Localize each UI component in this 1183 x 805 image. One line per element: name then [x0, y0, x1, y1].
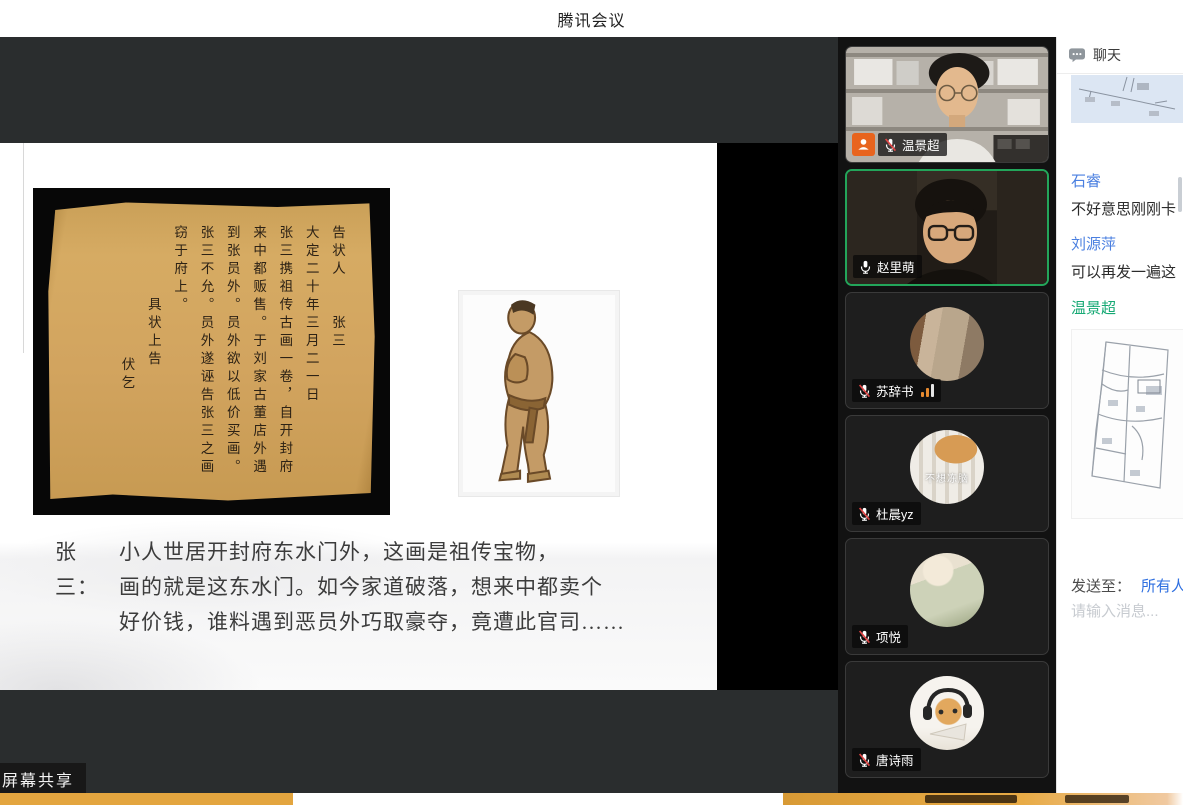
chat-bubble-icon	[1068, 47, 1086, 63]
figure-illustration	[458, 290, 620, 497]
participant-namebar: 温景超	[852, 133, 947, 156]
mic-muted-icon	[857, 383, 872, 399]
mic-muted-icon	[883, 137, 898, 153]
screen-share-label: 屏幕共享	[0, 763, 86, 793]
doc-column: 来中都贩售。于刘家古董店外遇	[245, 225, 271, 488]
chat-message: 可以再发一遍这	[1071, 261, 1183, 282]
dialog-line: 好价钱，谁料遇到恶员外巧取豪夺，竟遭此官司……	[119, 605, 625, 640]
participant-namebar: 赵里萌	[853, 255, 922, 278]
doc-column: 伏乞	[113, 225, 139, 488]
host-badge-icon	[852, 133, 875, 156]
avatar	[910, 307, 984, 381]
dialog-speaker: 张三：	[55, 535, 119, 640]
complaint-document-image: 告状人 张三 大定二十年三月二一日 张三携祖传古画一卷，自开封府 来中都贩售。于…	[33, 188, 390, 515]
robed-figure-drawing	[459, 291, 619, 496]
painting-dark-mark	[1065, 795, 1129, 803]
avatar: 不想冻脑	[910, 430, 984, 504]
doc-column: 张三不允。员外遂诬告张三之画	[192, 225, 218, 488]
mic-on-icon	[858, 259, 873, 275]
participant-namebar: 项悦	[852, 625, 908, 648]
doc-column: 告状人 张三	[324, 225, 350, 488]
chat-map-image-attachment[interactable]	[1071, 329, 1183, 519]
participant-name: 温景超	[902, 135, 940, 154]
avatar	[910, 553, 984, 627]
chat-panel: 聊天 石睿 不好意思刚刚卡 刘源萍 可以再发一遍这 温景超	[1056, 37, 1183, 793]
send-to-selector[interactable]: 所有人	[1141, 575, 1183, 596]
participant-tile-xiangyue[interactable]: 项悦	[845, 538, 1049, 655]
mic-muted-icon	[857, 752, 872, 768]
document-paper: 告状人 张三 大定二十年三月二一日 张三携祖传古画一卷，自开封府 来中都贩售。于…	[47, 201, 376, 502]
participant-tile-wenjingchao[interactable]: 温景超	[845, 46, 1049, 163]
doc-column: 张三携祖传古画一卷，自开封府	[271, 225, 297, 488]
participant-tile-sucishu[interactable]: 苏辞书	[845, 292, 1049, 409]
network-signal-icon	[921, 384, 934, 397]
avatar	[910, 676, 984, 750]
mic-muted-icon	[857, 506, 872, 522]
city-map-art	[1072, 330, 1183, 518]
chat-message: 不好意思刚刚卡	[1071, 198, 1183, 219]
mic-muted-icon	[857, 629, 872, 645]
screen-share-view: 告状人 张三 大定二十年三月二一日 张三携祖传古画一卷，自开封府 来中都贩售。于…	[0, 37, 838, 793]
cat-headphones-avatar-art	[910, 676, 984, 750]
participant-name: 苏辞书	[876, 381, 914, 400]
doc-column: 具状上告	[140, 225, 166, 488]
chat-header: 聊天	[1057, 37, 1183, 74]
window-title: 腾讯会议	[557, 7, 625, 31]
participant-namebar: 杜晨yz	[852, 502, 921, 525]
participant-panel: 温景超	[838, 37, 1056, 793]
slide-edge-line	[23, 143, 24, 353]
participant-name: 唐诗雨	[876, 750, 914, 769]
desktop-painting-left	[0, 793, 293, 805]
doc-column: 窃于府上。	[166, 225, 192, 488]
desktop-painting-right	[783, 793, 1183, 805]
participant-name: 杜晨yz	[876, 504, 914, 523]
painting-dark-mark	[925, 795, 1017, 803]
desktop-strip	[0, 793, 1183, 805]
window-titlebar: 腾讯会议	[0, 0, 1183, 37]
participant-tile-zhaolimeng[interactable]: 赵里萌	[845, 169, 1049, 286]
chat-scrollbar[interactable]	[1178, 177, 1182, 212]
chat-sender-self: 温景超	[1071, 297, 1116, 318]
chat-sender: 石睿	[1071, 170, 1101, 191]
send-to-row: 发送至： 所有人	[1071, 575, 1183, 596]
doc-column: 到张员外。员外欲以低价买画。	[218, 225, 244, 488]
participant-name: 赵里萌	[877, 257, 915, 276]
avatar-overlay-text: 不想冻脑	[910, 470, 984, 485]
doc-column: 大定二十年三月二一日	[297, 225, 323, 488]
slide-black-margin	[717, 143, 838, 690]
chat-sender: 刘源萍	[1071, 233, 1116, 254]
dialog-line: 小人世居开封府东水门外，这画是祖传宝物，	[119, 535, 625, 570]
send-to-label: 发送至：	[1071, 575, 1131, 596]
participant-namebar: 苏辞书	[852, 379, 941, 402]
participant-tile-tangshiyu[interactable]: 唐诗雨	[845, 661, 1049, 778]
chat-image-attachment[interactable]	[1071, 75, 1183, 123]
map-sketch-art	[1071, 75, 1183, 123]
participant-name: 项悦	[876, 627, 901, 646]
participant-tile-duchenyz[interactable]: 不想冻脑 杜晨yz	[845, 415, 1049, 532]
participant-namebar: 唐诗雨	[852, 748, 921, 771]
presentation-slide: 告状人 张三 大定二十年三月二一日 张三携祖传古画一卷，自开封府 来中都贩售。于…	[0, 143, 717, 690]
tencent-meeting-window: 腾讯会议 告状人 张三 大定二十年三月二一日 张三携祖传古画一卷，自开封府 来中…	[0, 0, 1183, 805]
dialog-line: 画的就是这东水门。如今家道破落，想来中都卖个	[119, 570, 625, 605]
dialog-lines: 小人世居开封府东水门外，这画是祖传宝物， 画的就是这东水门。如今家道破落，想来中…	[119, 535, 625, 640]
slide-dialog-text: 张三： 小人世居开封府东水门外，这画是祖传宝物， 画的就是这东水门。如今家道破落…	[55, 535, 670, 640]
chat-message-input[interactable]	[1071, 603, 1181, 620]
document-vertical-text: 告状人 张三 大定二十年三月二一日 张三携祖传古画一卷，自开封府 来中都贩售。于…	[73, 225, 350, 488]
chat-title: 聊天	[1093, 45, 1121, 65]
